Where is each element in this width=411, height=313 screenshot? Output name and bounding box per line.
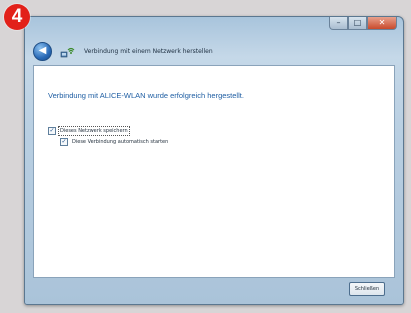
minimize-button[interactable]: – [329, 17, 348, 30]
auto-start-checkbox[interactable]: ✓ [60, 138, 68, 146]
window-controls: – □ ✕ [329, 17, 397, 30]
step-number-badge: 4 [4, 4, 30, 30]
success-heading: Verbindung mit ALICE-WLAN wurde erfolgre… [48, 91, 244, 100]
close-button[interactable]: Schließen [349, 282, 385, 296]
maximize-button[interactable]: □ [348, 17, 367, 30]
dialog-footer: Schließen [33, 277, 395, 301]
network-connection-icon [60, 47, 75, 58]
dialog-title-bar: ◀ Verbindung mit einem Netzwerk herstell… [33, 41, 213, 61]
auto-start-label: Diese Verbindung automatisch starten [72, 139, 169, 145]
dialog-window: – □ ✕ ◀ Verbindung mit einem Netzwerk he… [24, 16, 404, 305]
close-window-button[interactable]: ✕ [367, 17, 397, 30]
back-arrow-icon[interactable]: ◀ [33, 41, 52, 61]
option-auto-start[interactable]: ✓ Diese Verbindung automatisch starten [60, 138, 168, 146]
option-save-network[interactable]: ✓ Dieses Netzwerk speichern [48, 126, 130, 136]
save-network-checkbox[interactable]: ✓ [48, 127, 56, 135]
dialog-content: Verbindung mit ALICE-WLAN wurde erfolgre… [33, 65, 395, 278]
save-network-label: Dieses Netzwerk speichern [58, 126, 130, 136]
dialog-title: Verbindung mit einem Netzwerk herstellen [84, 47, 213, 55]
